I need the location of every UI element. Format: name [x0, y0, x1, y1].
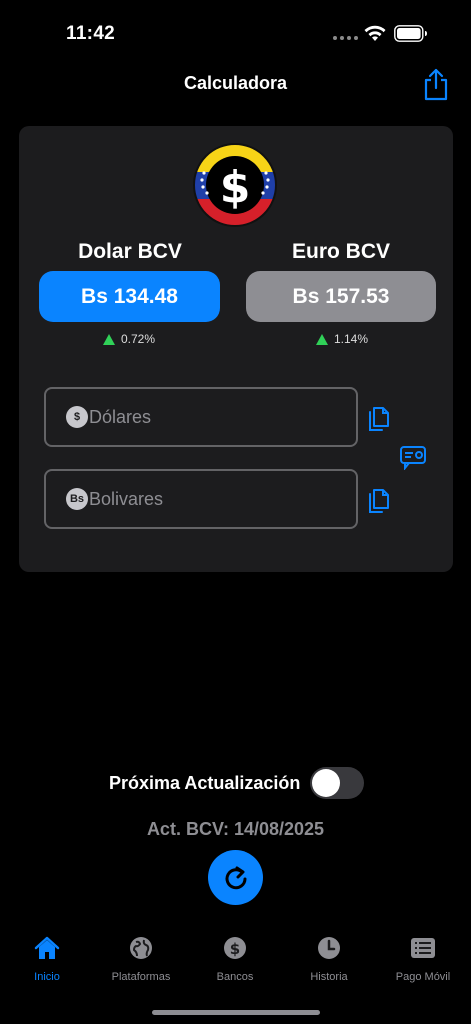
home-indicator [152, 1010, 320, 1015]
house-icon [34, 936, 60, 959]
page-title: Calculadora [183, 73, 288, 93]
signal-dots-icon [333, 36, 358, 40]
tab-label: Inicio [34, 971, 60, 983]
copy-dollars-icon[interactable] [366, 404, 392, 432]
dollar-circle-icon: $ [66, 406, 88, 428]
copy-bolivares-icon[interactable] [366, 486, 392, 514]
tab-plataformas[interactable]: Plataformas [108, 934, 174, 983]
dollars-input[interactable] [89, 406, 339, 428]
tab-label: Plataformas [111, 971, 171, 983]
status-bar: 11:42 [0, 0, 471, 60]
tab-inicio[interactable]: Inicio [30, 934, 64, 983]
status-time: 11:42 [66, 23, 116, 44]
bs-circle-icon: Bs [66, 488, 88, 510]
refresh-button[interactable] [208, 850, 263, 905]
up-arrow-icon [316, 333, 328, 345]
usd-change-value: 0.72% [121, 332, 156, 346]
eur-label: Euro BCV [291, 240, 390, 263]
eur-change-value: 1.14% [334, 332, 369, 346]
tab-label: Pago Móvil [395, 971, 451, 983]
tab-label: Bancos [216, 971, 254, 983]
bolivares-field[interactable]: Bs [44, 469, 358, 529]
usd-change: 0.72% [103, 332, 155, 346]
usd-label: Dolar BCV [78, 240, 182, 263]
refresh-icon [225, 866, 246, 889]
tab-bancos[interactable]: $ Bancos [214, 934, 256, 983]
list-icon [411, 938, 435, 958]
next-update-label: Próxima Actualización [109, 773, 301, 793]
svg-text:$: $ [220, 162, 251, 213]
venezuela-dollar-logo: $ [193, 143, 277, 227]
up-arrow-icon [103, 333, 115, 345]
wifi-icon [364, 25, 386, 41]
tab-bar: Inicio Plataformas $ Bancos Historia Pag… [0, 934, 471, 994]
tab-historia[interactable]: Historia [306, 934, 352, 983]
convert-card-icon[interactable] [399, 444, 427, 470]
svg-text:$: $ [230, 940, 240, 958]
globe-icon [130, 937, 152, 959]
toggle-knob [312, 769, 340, 797]
dollars-field[interactable]: $ [44, 387, 358, 447]
tab-label: Historia [310, 971, 348, 983]
share-icon[interactable] [421, 68, 451, 102]
clock-icon [318, 937, 340, 959]
battery-icon [394, 25, 427, 42]
bolivares-input[interactable] [89, 488, 339, 510]
usd-rate-button[interactable]: Bs 134.48 [39, 271, 220, 322]
next-update-toggle[interactable] [310, 767, 364, 799]
tab-pago-movil[interactable]: Pago Móvil [394, 934, 452, 983]
eur-rate-button[interactable]: Bs 157.53 [246, 271, 436, 322]
last-update-text: Act. BCV: 14/08/2025 [146, 819, 325, 839]
eur-change: 1.14% [316, 332, 368, 346]
dollar-coin-icon: $ [224, 937, 246, 959]
